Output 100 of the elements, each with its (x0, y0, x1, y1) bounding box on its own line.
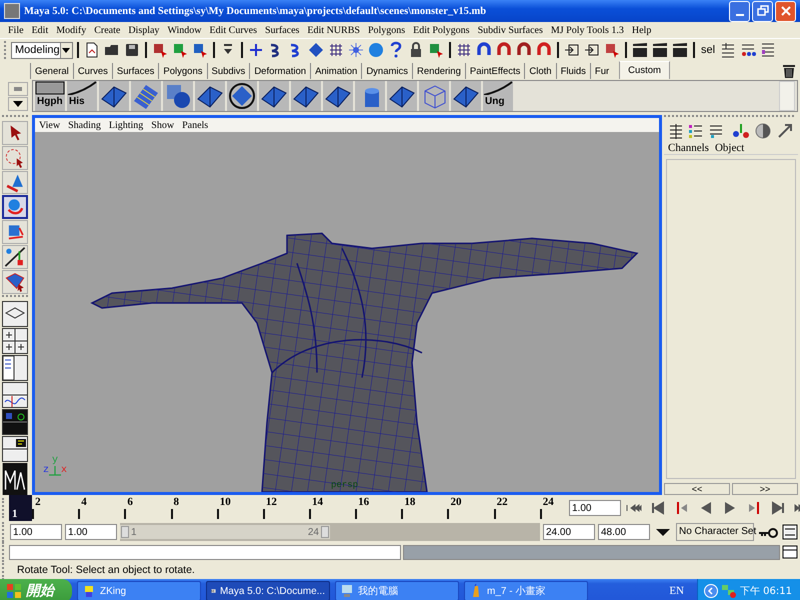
select-icon[interactable] (427, 41, 445, 59)
sphere-icon[interactable] (367, 41, 385, 59)
preferences-icon[interactable] (782, 523, 798, 541)
menu-item[interactable]: Polygons (364, 24, 410, 36)
playback-end-field[interactable]: 24.00 (543, 524, 595, 540)
script-editor-icon[interactable] (782, 545, 798, 559)
shelf-tab[interactable]: Rendering (412, 63, 465, 79)
graph-view-icon[interactable] (2, 382, 28, 408)
menu-item[interactable]: Surfaces (260, 24, 304, 36)
network-icon[interactable] (721, 583, 737, 599)
playback-start-field[interactable]: 1.00 (65, 524, 117, 540)
channel-box-menu-item[interactable]: Object (714, 142, 744, 154)
menu-item[interactable]: Create (90, 24, 124, 36)
move-tool-icon[interactable] (2, 170, 28, 194)
shelf-button[interactable]: His (67, 81, 97, 111)
shelf-tab[interactable]: Subdivs (206, 63, 250, 79)
scale-tool-icon[interactable] (2, 220, 28, 244)
shelf-tab[interactable]: Cloth (524, 63, 556, 79)
trash-icon[interactable] (782, 63, 796, 79)
object-select-icon[interactable] (171, 41, 189, 59)
range-handle[interactable] (321, 526, 329, 538)
grid-icon[interactable] (327, 41, 345, 59)
restore-button[interactable] (752, 0, 773, 22)
close-button[interactable] (775, 0, 796, 22)
outliner-view-icon[interactable] (2, 354, 28, 381)
panel-menu-item[interactable]: Panels (182, 120, 208, 130)
command-line-field[interactable] (9, 544, 401, 560)
save-icon[interactable] (123, 41, 141, 59)
chevron-left-icon[interactable] (704, 584, 718, 598)
component-select-icon[interactable] (191, 41, 209, 59)
panel-menu-item[interactable]: View (39, 120, 60, 130)
clapper-icon[interactable] (671, 41, 689, 59)
language-indicator[interactable]: EN (669, 585, 684, 597)
current-frame-marker[interactable]: 1 (9, 495, 32, 521)
shelf-menu-button[interactable] (8, 96, 28, 110)
character-set-field[interactable]: No Character Set (676, 523, 754, 541)
grip-handle[interactable] (4, 41, 9, 59)
star-icon[interactable] (347, 41, 365, 59)
rotate-tool-icon[interactable] (2, 195, 28, 220)
menu-item[interactable]: Edit (28, 24, 52, 36)
list-icon[interactable] (668, 123, 684, 139)
shelf-tab[interactable]: Dynamics (361, 63, 412, 79)
axes-icon[interactable] (732, 122, 750, 140)
taskbar-button[interactable]: ZKing (77, 581, 201, 600)
shelf-tab[interactable]: Fluids (556, 63, 590, 79)
single-view-icon[interactable] (2, 300, 28, 327)
panel-menu-item[interactable]: Lighting (108, 120, 144, 130)
shelf-scrollbar[interactable] (779, 81, 795, 111)
select-tool-icon[interactable] (2, 120, 28, 145)
clapper-icon[interactable] (631, 41, 649, 59)
lasso-tool-icon[interactable] (2, 146, 28, 170)
brush-icon[interactable] (603, 41, 621, 59)
menu-item[interactable]: Subdiv Surfaces (474, 24, 547, 36)
current-time-field[interactable]: 1.00 (569, 500, 621, 516)
taskbar-button[interactable]: Maya 5.0: C:\Docume... (206, 581, 330, 600)
grid-icon[interactable] (455, 41, 473, 59)
scroll-button[interactable]: >> (732, 483, 798, 495)
end-time-field[interactable]: 48.00 (598, 524, 650, 540)
hierarchy-select-icon[interactable] (151, 41, 169, 59)
half-circle-icon[interactable] (754, 122, 772, 140)
taskbar-button[interactable]: m_7 - 小畫家 (464, 581, 588, 600)
shelf-tab[interactable]: Fur (590, 63, 614, 79)
hypergraph-view-icon[interactable] (2, 408, 28, 435)
menu-item[interactable]: File (4, 24, 28, 36)
shelf-button[interactable]: Ung (483, 81, 513, 111)
menu-set-dropdown[interactable]: Modeling (11, 42, 73, 58)
shelf-tab[interactable]: Polygons (158, 63, 206, 79)
shelf-tab[interactable]: PaintEffects (464, 63, 524, 79)
shelf-tab[interactable]: General (30, 63, 73, 79)
scroll-button[interactable]: << (664, 483, 730, 495)
range-slider[interactable]: 1 24 (120, 523, 540, 541)
shelf-tab[interactable]: Surfaces (112, 63, 158, 79)
minimize-button[interactable] (729, 0, 750, 22)
start-time-field[interactable]: 1.00 (10, 524, 62, 540)
manipulator-tool-icon[interactable] (2, 245, 28, 269)
list-icon[interactable] (708, 123, 724, 139)
menu-item[interactable]: Window (163, 24, 206, 36)
menu-item[interactable]: Edit Polygons (409, 24, 474, 36)
selection-mode-label[interactable]: sel (699, 44, 718, 56)
list-icon[interactable] (688, 123, 704, 139)
shelf-tab[interactable]: Deformation (249, 63, 310, 79)
range-handle[interactable] (121, 526, 129, 538)
circle-icon[interactable] (227, 81, 257, 111)
panel-menu-item[interactable]: Show (151, 120, 174, 130)
taskbar-button[interactable]: 我的電腦 (335, 581, 459, 600)
menu-item[interactable]: Edit Curves (205, 24, 261, 36)
shelf-tab[interactable]: Curves (72, 63, 112, 79)
menu-item[interactable]: Display (124, 24, 164, 36)
time-slider[interactable]: 1 2 4 6 8 10 12 14 16 18 20 22 24 (9, 495, 563, 521)
arrow-icon[interactable] (776, 122, 794, 140)
diamond-icon[interactable] (307, 41, 325, 59)
panel-menu-item[interactable]: Shading (68, 120, 101, 130)
plus-icon[interactable] (247, 41, 265, 59)
wire-cube-icon[interactable] (419, 81, 449, 111)
clapper-icon[interactable] (651, 41, 669, 59)
menu-item[interactable]: Edit NURBS (303, 24, 364, 36)
channel-box-menu-item[interactable]: Channels (668, 142, 709, 154)
four-view-icon[interactable] (2, 328, 28, 354)
last-tool-icon[interactable] (2, 270, 28, 294)
shelf-button[interactable]: Hgph (35, 81, 65, 111)
